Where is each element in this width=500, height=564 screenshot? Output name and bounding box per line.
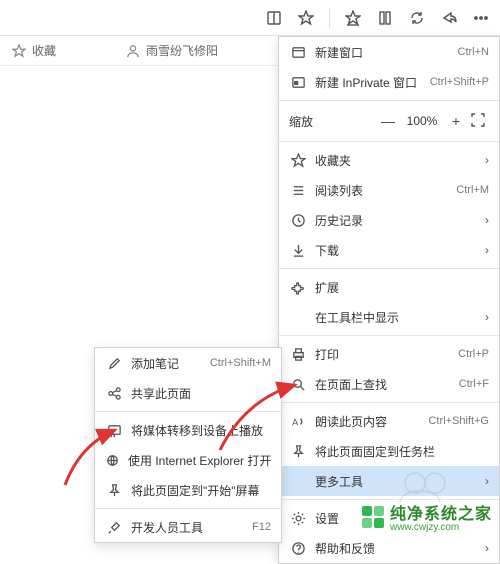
favorites-label: 收藏 [32,42,56,59]
bookmark-label: 雨雪纷飞修阳 [146,42,218,59]
fullscreen-button[interactable] [467,113,489,130]
collections-icon[interactable] [376,9,394,27]
history-icon [289,213,307,228]
cast-icon [105,423,123,438]
share-icon [105,386,123,401]
menu-downloads[interactable]: 下载 › [279,235,499,265]
menu-reading-list[interactable]: 阅读列表 Ctrl+M [279,175,499,205]
star-outline-icon[interactable] [297,9,315,27]
more-icon[interactable] [472,9,490,27]
watermark-url: www.cwjzy.com [390,522,492,533]
background-illustration [390,465,470,505]
zoom-out-button[interactable]: — [377,113,399,129]
search-icon [289,377,307,392]
favorites-star-icon[interactable] [344,9,362,27]
submenu-open-ie[interactable]: 使用 Internet Explorer 打开 [95,445,281,475]
favorites-folder[interactable]: 收藏 [12,42,56,59]
watermark-logo-icon [362,506,384,528]
chevron-right-icon: › [477,213,489,227]
star-icon [289,153,307,168]
menu-separator [279,402,499,403]
chevron-right-icon: › [477,243,489,257]
chevron-right-icon: › [477,310,489,324]
menu-show-in-toolbar[interactable]: 在工具栏中显示 › [279,302,499,332]
devtools-icon [105,520,123,535]
submenu-dev-tools[interactable]: 开发人员工具 F12 [95,512,281,542]
help-icon [289,541,307,556]
menu-help[interactable]: 帮助和反馈 › [279,533,499,563]
chevron-right-icon: › [477,474,489,488]
menu-separator [279,335,499,336]
watermark: 纯净系统之家 www.cwjzy.com [362,500,492,533]
bookmark-item[interactable]: 雨雪纷飞修阳 [126,42,218,59]
toolbar-divider [329,8,330,28]
pin-icon [105,483,123,498]
extension-icon [289,280,307,295]
pen-icon [105,356,123,371]
menu-read-aloud[interactable]: A 朗读此页内容 Ctrl+Shift+G [279,406,499,436]
browser-toolbar [0,0,500,36]
list-icon [289,183,307,198]
chevron-right-icon: › [477,153,489,167]
window-icon [289,45,307,60]
menu-new-window[interactable]: 新建窗口 Ctrl+N [279,37,499,67]
zoom-label: 缩放 [289,113,377,130]
watermark-name: 纯净系统之家 [390,506,492,523]
submenu-share[interactable]: 共享此页面 [95,378,281,408]
menu-find[interactable]: 在页面上查找 Ctrl+F [279,369,499,399]
menu-new-inprivate[interactable]: 新建 InPrivate 窗口 Ctrl+Shift+P [279,67,499,97]
menu-history[interactable]: 历史记录 › [279,205,499,235]
print-icon [289,347,307,362]
chevron-right-icon: › [477,541,489,555]
inprivate-icon [289,75,307,90]
submenu-cast[interactable]: 将媒体转移到设备上播放 [95,415,281,445]
menu-separator [279,141,499,142]
menu-favorites[interactable]: 收藏夹 › [279,145,499,175]
submenu-pin-start[interactable]: 将此页固定到"开始"屏幕 [95,475,281,505]
menu-print[interactable]: 打印 Ctrl+P [279,339,499,369]
download-icon [289,243,307,258]
menu-extensions[interactable]: 扩展 [279,272,499,302]
ie-icon [105,453,120,468]
zoom-value: 100% [399,114,445,128]
menu-separator [279,268,499,269]
person-icon [126,44,140,58]
star-icon [12,44,26,58]
menu-separator [95,411,281,412]
book-icon[interactable] [265,9,283,27]
submenu-add-notes[interactable]: 添加笔记 Ctrl+Shift+M [95,348,281,378]
more-tools-submenu: 添加笔记 Ctrl+Shift+M 共享此页面 将媒体转移到设备上播放 使用 I… [94,347,282,543]
pin-icon [289,444,307,459]
sync-icon[interactable] [408,9,426,27]
svg-text:A: A [291,417,298,427]
menu-separator [95,508,281,509]
menu-zoom: 缩放 — 100% + [279,104,499,138]
menu-pin-taskbar[interactable]: 将此页面固定到任务栏 [279,436,499,466]
gear-icon [289,511,307,526]
share-icon[interactable] [440,9,458,27]
zoom-in-button[interactable]: + [445,113,467,129]
read-aloud-icon: A [289,414,307,429]
menu-separator [279,100,499,101]
